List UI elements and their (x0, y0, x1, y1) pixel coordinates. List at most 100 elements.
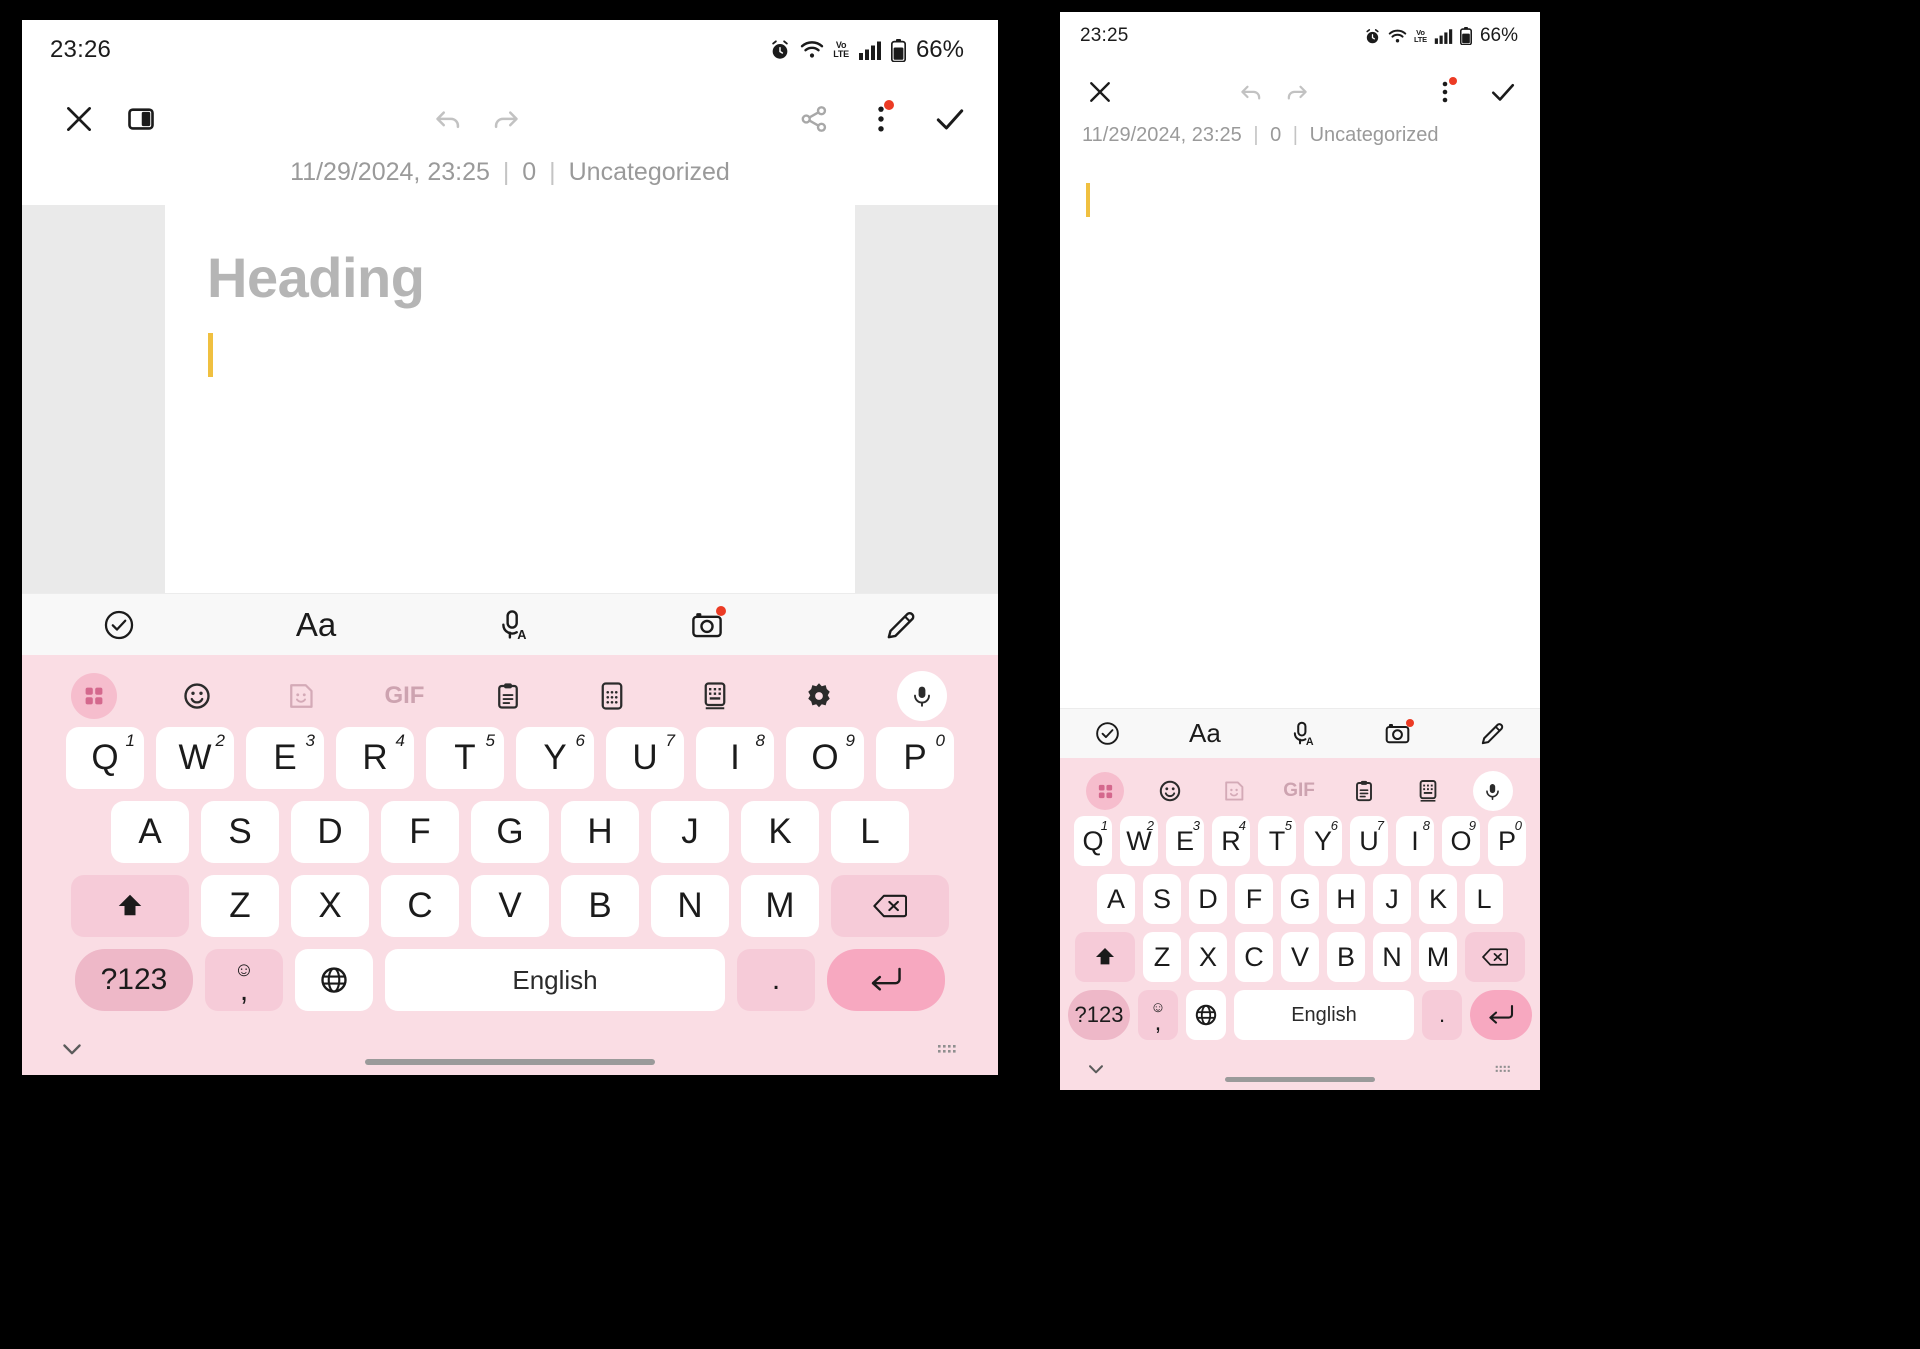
shift-icon[interactable] (71, 875, 189, 937)
key-d[interactable]: D (1189, 874, 1227, 924)
key-y[interactable]: Y6 (516, 727, 594, 789)
keyboard-mode-icon[interactable] (1396, 779, 1461, 803)
key-r[interactable]: R4 (1212, 816, 1250, 866)
more-vertical-icon[interactable] (1434, 77, 1457, 105)
close-icon[interactable] (62, 102, 96, 136)
key-k[interactable]: K (1419, 874, 1457, 924)
key-v[interactable]: V (471, 875, 549, 937)
undo-icon[interactable] (431, 102, 465, 136)
key-s[interactable]: S (1143, 874, 1181, 924)
editor-page[interactable]: Heading (165, 205, 855, 593)
key-x[interactable]: X (291, 875, 369, 937)
key-w[interactable]: W2 (156, 727, 234, 789)
symbols-key[interactable]: ?123 (75, 949, 193, 1011)
key-i[interactable]: I8 (696, 727, 774, 789)
keyboard-resize-icon[interactable] (936, 1039, 962, 1059)
key-t[interactable]: T5 (1258, 816, 1296, 866)
key-q[interactable]: Q1 (66, 727, 144, 789)
space-key[interactable]: English (1234, 990, 1414, 1040)
grid-menu-icon[interactable] (42, 673, 146, 719)
key-o[interactable]: O9 (1442, 816, 1480, 866)
key-b[interactable]: B (561, 875, 639, 937)
checklist-circle-icon[interactable] (1094, 720, 1121, 747)
settings-gear-icon[interactable] (767, 681, 871, 711)
key-p[interactable]: P0 (1488, 816, 1526, 866)
key-e[interactable]: E3 (246, 727, 324, 789)
comma-key[interactable]: ☺ , (205, 949, 283, 1011)
key-y[interactable]: Y6 (1304, 816, 1342, 866)
key-j[interactable]: J (651, 801, 729, 863)
key-q[interactable]: Q1 (1074, 816, 1112, 866)
close-icon[interactable] (1086, 78, 1114, 106)
gif-icon[interactable]: GIF (1267, 780, 1332, 802)
check-icon[interactable] (932, 101, 968, 137)
note-editor[interactable]: Heading (22, 205, 998, 593)
grid-menu-icon[interactable] (1073, 772, 1138, 810)
chevron-down-icon[interactable] (1085, 1058, 1107, 1080)
key-n[interactable]: N (651, 875, 729, 937)
shift-icon[interactable] (1075, 932, 1135, 982)
key-w[interactable]: W2 (1120, 816, 1158, 866)
backspace-icon[interactable] (831, 875, 949, 937)
key-s[interactable]: S (201, 801, 279, 863)
voice-typing-icon[interactable]: A (1289, 720, 1316, 747)
symbols-key[interactable]: ?123 (1068, 990, 1130, 1040)
check-icon[interactable] (1488, 77, 1518, 107)
key-t[interactable]: T5 (426, 727, 504, 789)
backspace-icon[interactable] (1465, 932, 1525, 982)
key-f[interactable]: F (1235, 874, 1273, 924)
editor-page[interactable] (1060, 161, 1540, 708)
key-h[interactable]: H (1327, 874, 1365, 924)
heading-placeholder[interactable]: Heading (165, 205, 855, 310)
key-u[interactable]: U7 (606, 727, 684, 789)
sticker-icon[interactable] (249, 681, 353, 711)
share-icon[interactable] (798, 103, 830, 135)
keyboard-mode-icon[interactable] (663, 681, 767, 711)
numpad-icon[interactable] (560, 681, 664, 711)
key-l[interactable]: L (831, 801, 909, 863)
checklist-circle-icon[interactable] (102, 608, 136, 642)
key-n[interactable]: N (1373, 932, 1411, 982)
key-a[interactable]: A (1097, 874, 1135, 924)
key-p[interactable]: P0 (876, 727, 954, 789)
key-b[interactable]: B (1327, 932, 1365, 982)
more-vertical-icon[interactable] (868, 100, 894, 135)
text-format-icon[interactable]: Aa (296, 606, 336, 644)
key-r[interactable]: R4 (336, 727, 414, 789)
period-key[interactable]: . (737, 949, 815, 1011)
camera-icon[interactable] (690, 605, 727, 642)
globe-icon[interactable] (295, 949, 373, 1011)
camera-icon[interactable] (1384, 719, 1414, 747)
globe-icon[interactable] (1186, 990, 1226, 1040)
microphone-icon[interactable] (871, 671, 975, 721)
key-u[interactable]: U7 (1350, 816, 1388, 866)
redo-icon[interactable] (489, 102, 523, 136)
key-m[interactable]: M (741, 875, 819, 937)
key-d[interactable]: D (291, 801, 369, 863)
draw-pen-icon[interactable] (1479, 720, 1506, 747)
microphone-icon[interactable] (1460, 771, 1525, 811)
key-k[interactable]: K (741, 801, 819, 863)
enter-icon[interactable] (1470, 990, 1532, 1040)
key-j[interactable]: J (1373, 874, 1411, 924)
key-i[interactable]: I8 (1396, 816, 1434, 866)
note-editor[interactable] (1060, 161, 1540, 708)
key-c[interactable]: C (1235, 932, 1273, 982)
meta-category[interactable]: Uncategorized (1310, 124, 1439, 146)
key-e[interactable]: E3 (1166, 816, 1204, 866)
key-g[interactable]: G (1281, 874, 1319, 924)
period-key[interactable]: . (1422, 990, 1462, 1040)
sidebar-toggle-icon[interactable] (126, 104, 156, 134)
text-format-icon[interactable]: Aa (1189, 718, 1221, 749)
key-o[interactable]: O9 (786, 727, 864, 789)
key-x[interactable]: X (1189, 932, 1227, 982)
space-key[interactable]: English (385, 949, 725, 1011)
undo-icon[interactable] (1237, 78, 1265, 106)
key-c[interactable]: C (381, 875, 459, 937)
comma-key[interactable]: ☺ , (1138, 990, 1178, 1040)
key-a[interactable]: A (111, 801, 189, 863)
gif-icon[interactable]: GIF (353, 682, 457, 710)
key-v[interactable]: V (1281, 932, 1319, 982)
emoji-icon[interactable] (146, 681, 250, 711)
key-f[interactable]: F (381, 801, 459, 863)
